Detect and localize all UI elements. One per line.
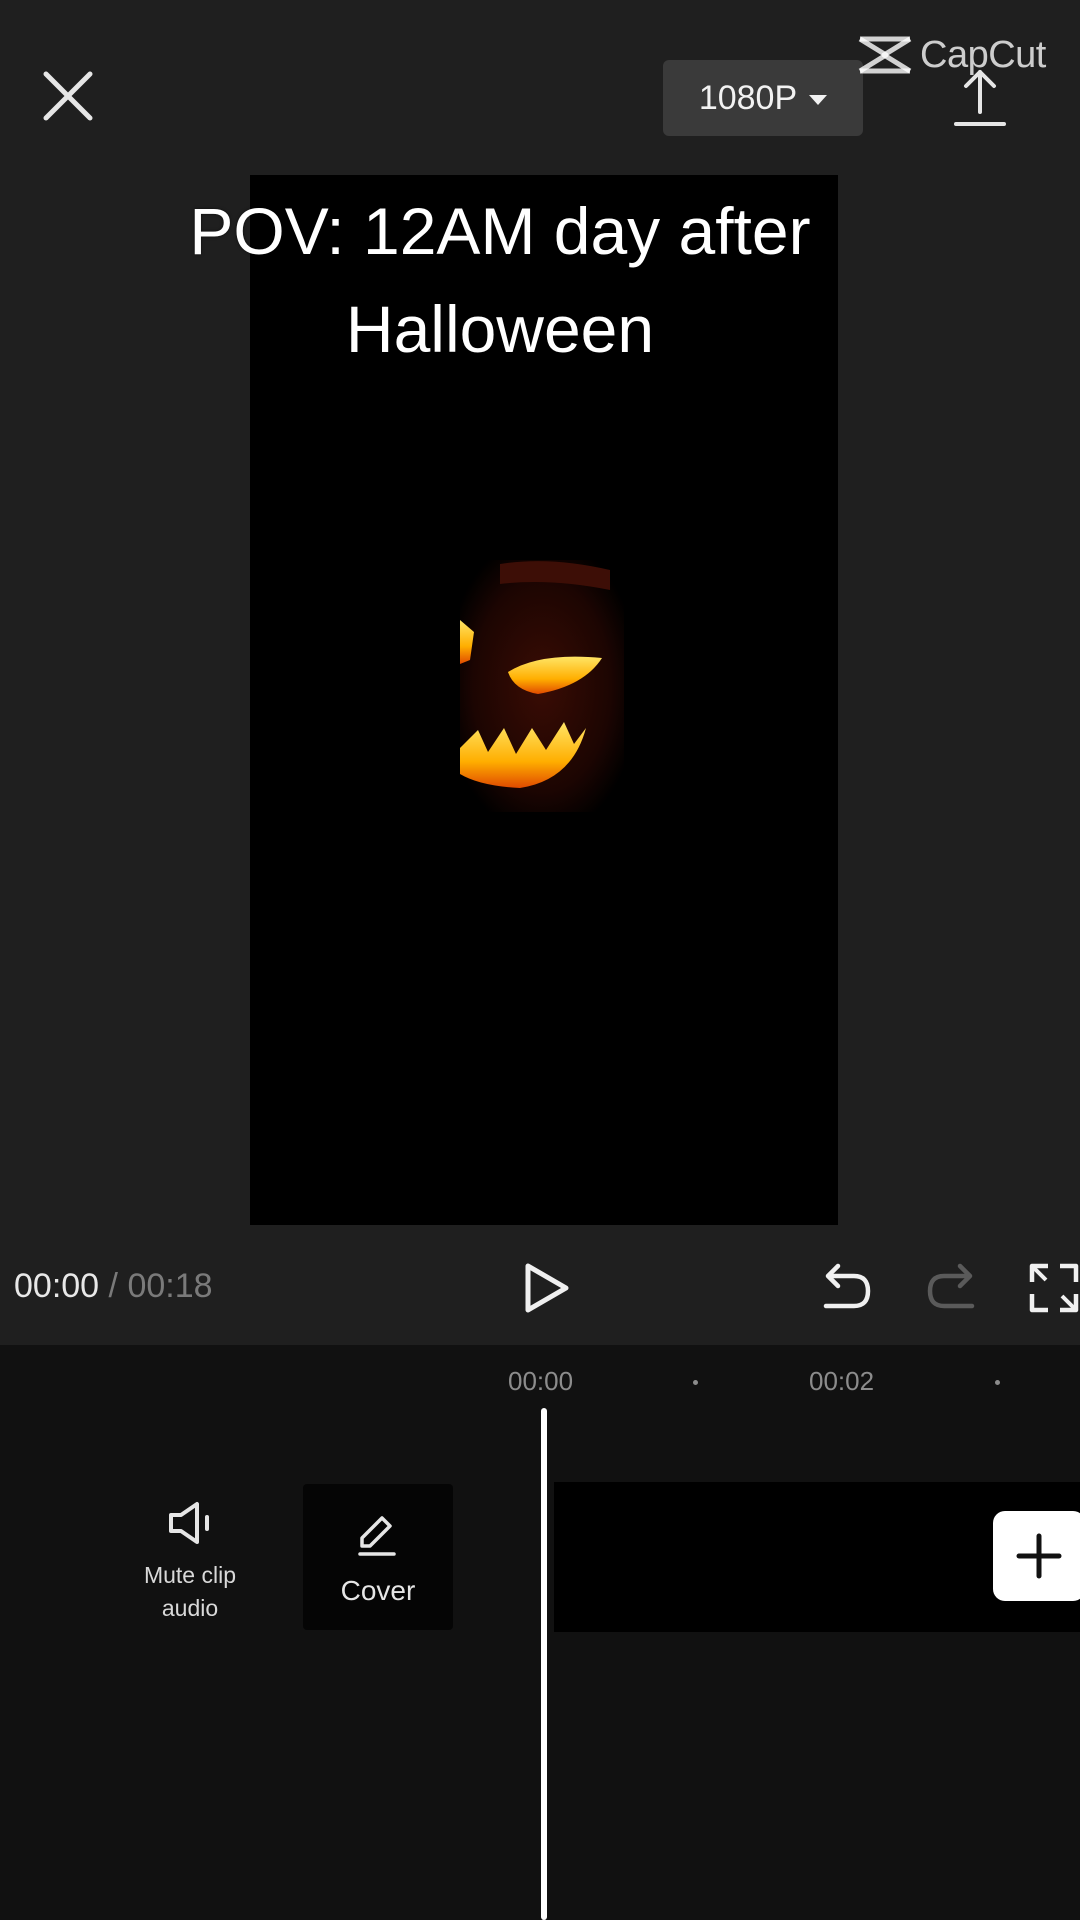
undo-button[interactable] (818, 1262, 874, 1312)
capcut-editor: 1080P CapCut POV: 12AM day after Hallowe… (0, 0, 1080, 1920)
ruler-tick (995, 1380, 1000, 1385)
close-button[interactable] (36, 64, 100, 128)
pencil-edit-icon (358, 1516, 396, 1556)
capcut-logo-icon (858, 36, 912, 74)
fullscreen-icon (1029, 1263, 1079, 1313)
cover-button[interactable]: Cover (303, 1484, 453, 1630)
resolution-label: 1080P (698, 78, 798, 117)
fullscreen-button[interactable] (1028, 1262, 1080, 1314)
add-clip-button[interactable] (993, 1511, 1080, 1601)
ruler-label-start: 00:00 (508, 1366, 574, 1396)
mute-clip-audio-label: Mute clip audio (143, 1562, 237, 1621)
redo-icon (927, 1263, 975, 1309)
close-icon (43, 71, 93, 121)
jack-o-lantern-image (460, 560, 624, 812)
undo-icon (823, 1263, 871, 1309)
caption-line-1: POV: 12AM day after (189, 194, 811, 268)
ruler-tick (693, 1380, 698, 1385)
current-time: 00:00 (14, 1267, 100, 1305)
redo-button[interactable] (924, 1262, 980, 1312)
time-separator: / (108, 1267, 118, 1305)
cover-label: Cover (340, 1575, 416, 1606)
export-upload-icon (954, 70, 1006, 126)
plus-icon (1016, 1533, 1062, 1579)
speaker-mute-icon (169, 1502, 209, 1544)
export-button[interactable] (950, 66, 1010, 130)
caption-line-2: Halloween (345, 292, 655, 366)
time-display: 00:00 / 00:18 (14, 1264, 213, 1308)
video-caption: POV: 12AM day after Halloween (90, 182, 910, 378)
playhead[interactable] (541, 1408, 547, 1920)
play-icon (525, 1263, 569, 1313)
resolution-dropdown[interactable]: 1080P (663, 60, 863, 136)
total-time: 00:18 (127, 1267, 213, 1305)
mute-clip-audio-button[interactable]: Mute clip audio (120, 1500, 260, 1640)
play-button[interactable] (516, 1258, 576, 1318)
ruler-label-2s: 00:02 (809, 1366, 875, 1396)
caret-down-icon (809, 95, 828, 105)
